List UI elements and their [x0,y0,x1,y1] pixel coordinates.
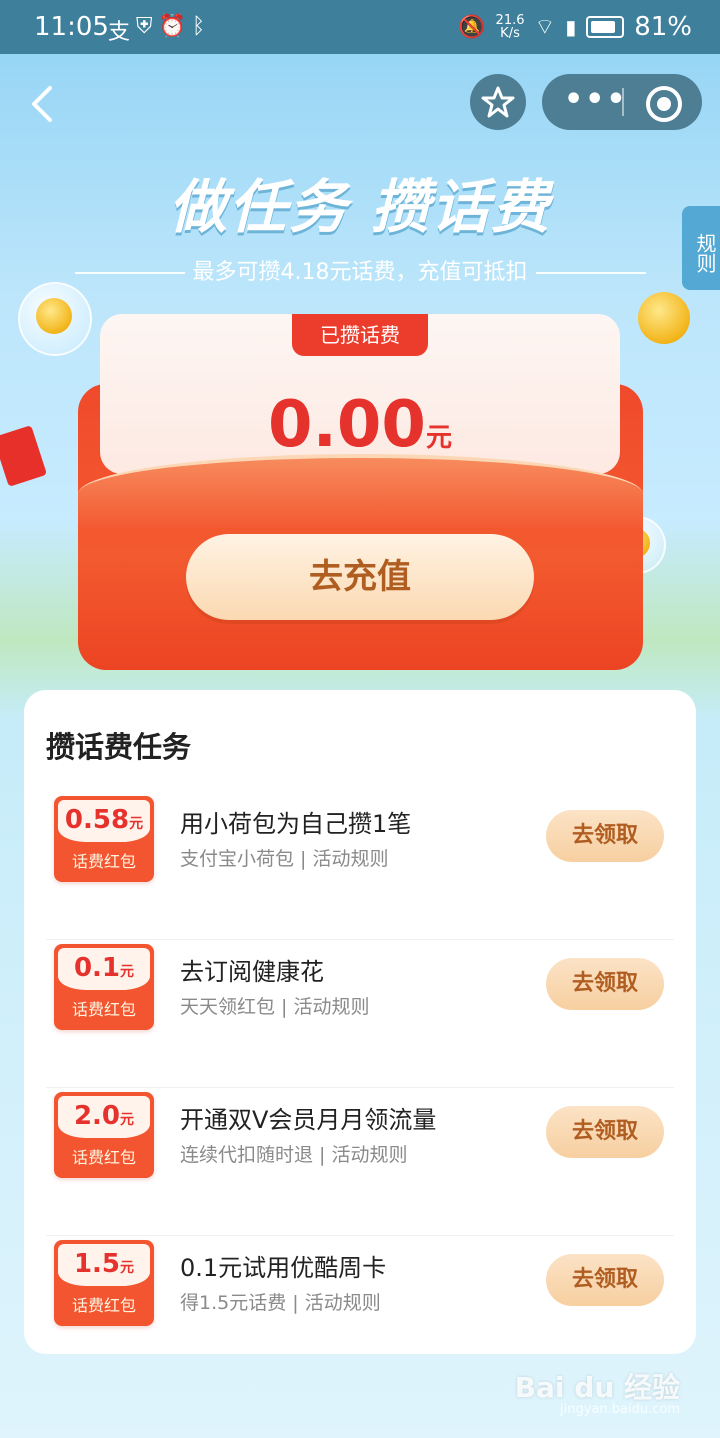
task-item: 0.58元 话费红包 用小荷包为自己攒1笔 支付宝小荷包 | 活动规则 去领取 [24,792,696,940]
sim-icon: ▮ [565,15,577,39]
subline-dash-right [535,272,646,274]
saved-amount: 0.00元 [0,388,720,462]
task-title: 去订阅健康花 [180,958,324,986]
miniapp-capsule: ••• [542,74,702,130]
task-item: 0.1元 话费红包 去订阅健康花 天天领红包 | 活动规则 去领取 [24,940,696,1088]
tasks-title: 攒话费任务 [46,730,192,764]
task-item: 2.0元 话费红包 开通双V会员月月领流量 连续代扣随时退 | 活动规则 去领取 [24,1088,696,1236]
packet-value: 1.5 [73,1249,121,1279]
task-title: 开通双V会员月月领流量 [180,1106,437,1134]
star-icon [481,86,515,118]
baidu-watermark-url: jingyan.baidu.com [560,1402,680,1417]
wifi-icon: ⌔ [534,15,556,40]
shield-icon: ⛨ [136,14,153,39]
subline-dash-left [74,272,185,274]
coin-icon [638,292,690,344]
phone-credit-packet: 2.0元 话费红包 [54,1092,154,1178]
task-subtitle: 支付宝小荷包 | 活动规则 [180,848,389,870]
subline-text: 最多可攒4.18元话费，充值可抵扣 [192,260,528,285]
more-icon[interactable]: ••• [564,82,628,117]
recharge-button[interactable]: 去充值 [186,534,534,620]
claim-button[interactable]: 去领取 [546,810,664,862]
phone-credit-packet: 1.5元 话费红包 [54,1240,154,1326]
packet-label: 话费红包 [71,852,136,871]
saved-amount-value: 0.00 [268,388,426,462]
packet-value: 0.1 [73,953,121,983]
packet-label: 话费红包 [71,1296,136,1315]
network-speed: 21.6 K/s [495,13,525,41]
page-subline: 最多可攒4.18元话费，充值可抵扣 [0,254,720,286]
alarm-icon: ⏰ [158,14,186,39]
envelope-flap [78,454,643,528]
task-title: 用小荷包为自己攒1笔 [180,810,412,838]
baidu-watermark: Bai du 经验 [514,1371,680,1404]
close-miniapp-icon[interactable] [646,86,682,122]
battery-percent: 81% [634,12,692,42]
coin-icon [36,298,72,334]
favorite-button[interactable] [470,74,526,130]
saved-balance-tag: 已攒话费 [292,314,428,356]
saved-amount-unit: 元 [425,423,452,453]
status-left-icons: 支 ⛨ ⏰ ᛒ [108,14,205,46]
packet-unit: 元 [120,1112,135,1128]
page-headline: 做任务 攒话费 [168,173,552,241]
alipay-icon: 支 [108,20,131,45]
task-subtitle: 天天领红包 | 活动规则 [180,996,370,1018]
chevron-left-icon [32,86,52,122]
claim-button[interactable]: 去领取 [546,958,664,1010]
packet-value: 0.58 [64,805,130,835]
task-subtitle: 连续代扣随时退 | 活动规则 [180,1144,408,1166]
packet-unit: 元 [120,964,135,980]
status-right: 🔕 21.6 K/s ⌔ ▮ 81% [458,12,692,42]
battery-icon [586,16,625,38]
packet-unit: 元 [120,1260,135,1276]
phone-credit-packet: 0.58元 话费红包 [54,796,154,882]
bluetooth-icon: ᛒ [191,14,206,39]
claim-button[interactable]: 去领取 [546,1254,664,1306]
phone-credit-packet: 0.1元 话费红包 [54,944,154,1030]
packet-unit: 元 [129,816,144,832]
tasks-panel: 攒话费任务 0.58元 话费红包 用小荷包为自己攒1笔 支付宝小荷包 | 活动规… [24,690,696,1354]
packet-value: 2.0 [73,1101,121,1131]
claim-button[interactable]: 去领取 [546,1106,664,1158]
task-title: 0.1元试用优酷周卡 [180,1254,387,1282]
status-time: 11:05 [34,12,109,42]
mute-icon: 🔕 [458,14,486,40]
back-button[interactable] [26,84,66,124]
task-subtitle: 得1.5元话费 | 活动规则 [180,1292,381,1314]
status-bar: 11:05 支 ⛨ ⏰ ᛒ 🔕 21.6 K/s ⌔ ▮ 81% [0,0,720,54]
capsule-divider [622,88,624,116]
task-item: 1.5元 话费红包 0.1元试用优酷周卡 得1.5元话费 | 活动规则 去领取 [24,1236,696,1384]
packet-label: 话费红包 [71,1148,136,1167]
packet-label: 话费红包 [71,1000,136,1019]
